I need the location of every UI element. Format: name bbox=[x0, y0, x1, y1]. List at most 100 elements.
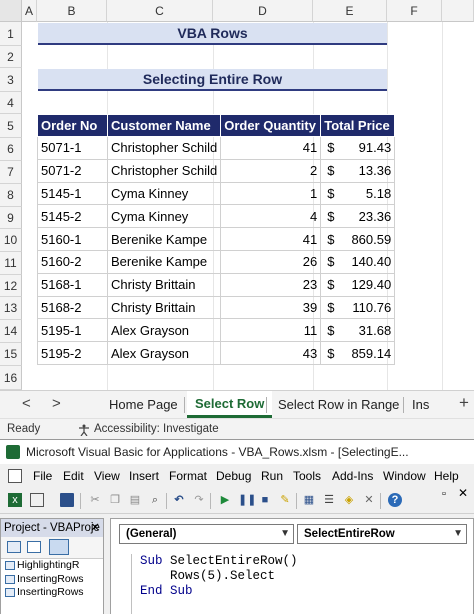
row-header-9[interactable]: 9 bbox=[0, 207, 22, 229]
header-order-quantity[interactable]: Order Quantity bbox=[220, 114, 322, 137]
add-sheet-icon[interactable]: + bbox=[459, 393, 469, 413]
cell-total-price[interactable]: $13.36 bbox=[320, 158, 396, 183]
code-editor[interactable]: Sub SelectEntireRow() Rows(5).Select End … bbox=[131, 554, 471, 614]
tab-scroll-prev-icon[interactable]: < bbox=[22, 395, 31, 412]
cell-order-quantity[interactable]: 11 bbox=[220, 318, 322, 343]
cell-order-no[interactable]: 5160-2 bbox=[37, 249, 108, 274]
paste-icon[interactable]: ▤ bbox=[128, 493, 142, 507]
cell-order-no[interactable]: 5145-2 bbox=[37, 204, 108, 229]
select-all-corner[interactable] bbox=[0, 0, 22, 22]
project-tree-item[interactable]: HighlightingR bbox=[1, 559, 103, 573]
cell-order-quantity[interactable]: 41 bbox=[220, 136, 322, 160]
cell-total-price[interactable]: $129.40 bbox=[320, 272, 396, 297]
cell-order-quantity[interactable]: 43 bbox=[220, 341, 322, 365]
row-header-11[interactable]: 11 bbox=[0, 252, 22, 275]
cell-order-no[interactable]: 5160-1 bbox=[37, 227, 108, 251]
cell-order-no[interactable]: 5195-2 bbox=[37, 341, 108, 365]
project-explorer-icon[interactable]: ▦ bbox=[302, 493, 316, 507]
view-code-icon[interactable] bbox=[7, 541, 21, 553]
row-header-8[interactable]: 8 bbox=[0, 184, 22, 207]
cell-order-quantity[interactable]: 39 bbox=[220, 295, 322, 320]
cell-order-no[interactable]: 5168-2 bbox=[37, 295, 108, 320]
row-header-14[interactable]: 14 bbox=[0, 320, 22, 343]
column-header-f[interactable]: F bbox=[387, 0, 442, 22]
menu-view[interactable]: View bbox=[94, 464, 120, 488]
cell-customer-name[interactable]: Alex Grayson bbox=[106, 318, 222, 343]
row-header-10[interactable]: 10 bbox=[0, 229, 22, 252]
close-window-icon[interactable]: ✕ bbox=[458, 486, 468, 500]
row-header-16[interactable]: 16 bbox=[0, 366, 22, 390]
accessibility-status[interactable]: Accessibility: Investigate bbox=[94, 419, 219, 439]
undo-icon[interactable]: ↶ bbox=[172, 493, 186, 507]
menu-help[interactable]: Help bbox=[434, 464, 459, 488]
restore-window-icon[interactable]: ▫ bbox=[442, 488, 446, 500]
tab-select-row-in-range[interactable]: Select Row in Range bbox=[270, 391, 407, 418]
cell-customer-name[interactable]: Cyma Kinney bbox=[106, 204, 222, 229]
cell-total-price[interactable]: $23.36 bbox=[320, 204, 396, 229]
menu-edit[interactable]: Edit bbox=[63, 464, 84, 488]
menu-window[interactable]: Window bbox=[383, 464, 426, 488]
cell-order-quantity[interactable]: 23 bbox=[220, 272, 322, 297]
row-header-15[interactable]: 15 bbox=[0, 343, 22, 366]
cell-order-no[interactable]: 5145-1 bbox=[37, 181, 108, 206]
cell-order-no[interactable]: 5071-1 bbox=[37, 136, 108, 160]
menu-debug[interactable]: Debug bbox=[216, 464, 251, 488]
header-order-no[interactable]: Order No bbox=[37, 114, 108, 137]
module-icon[interactable] bbox=[8, 469, 22, 483]
view-excel-icon[interactable]: x bbox=[8, 493, 22, 507]
cell-customer-name[interactable]: Christy Brittain bbox=[106, 272, 222, 297]
tab-scroll-next-icon[interactable]: > bbox=[52, 395, 61, 412]
tab-select-row[interactable]: Select Row bbox=[187, 391, 273, 418]
toolbox-icon[interactable]: ✕ bbox=[362, 493, 376, 507]
row-header-1[interactable]: 1 bbox=[0, 22, 22, 46]
save-icon[interactable] bbox=[60, 493, 74, 507]
tab-home-page[interactable]: Home Page bbox=[101, 391, 186, 418]
break-icon[interactable]: ❚❚ bbox=[238, 493, 256, 507]
cell-customer-name[interactable]: Berenike Kampe bbox=[106, 227, 222, 251]
row-header-7[interactable]: 7 bbox=[0, 161, 22, 184]
cell-customer-name[interactable]: Christy Brittain bbox=[106, 295, 222, 320]
column-header-a[interactable]: A bbox=[22, 0, 37, 22]
sheet-title[interactable]: VBA Rows bbox=[38, 23, 387, 45]
row-header-4[interactable]: 4 bbox=[0, 92, 22, 114]
cell-customer-name[interactable]: Christopher Schild bbox=[106, 158, 222, 183]
project-tree-item[interactable]: InsertingRows bbox=[1, 586, 103, 600]
cell-total-price[interactable]: $5.18 bbox=[320, 181, 396, 206]
design-mode-icon[interactable]: ✎ bbox=[278, 493, 292, 507]
run-icon[interactable]: ▶ bbox=[218, 493, 232, 507]
row-header-12[interactable]: 12 bbox=[0, 275, 22, 297]
procedure-dropdown[interactable]: SelectEntireRow ▼ bbox=[297, 524, 467, 544]
cut-icon[interactable]: ✂ bbox=[88, 493, 102, 507]
row-header-3[interactable]: 3 bbox=[0, 68, 22, 92]
cell-total-price[interactable]: $859.14 bbox=[320, 341, 396, 365]
column-header-g[interactable] bbox=[442, 0, 474, 22]
row-header-13[interactable]: 13 bbox=[0, 297, 22, 320]
cell-order-quantity[interactable]: 2 bbox=[220, 158, 322, 183]
cell-order-quantity[interactable]: 1 bbox=[220, 181, 322, 206]
view-object-icon[interactable] bbox=[27, 541, 41, 553]
row-header-5[interactable]: 5 bbox=[0, 114, 22, 138]
menu-add-ins[interactable]: Add-Ins bbox=[332, 464, 373, 488]
worksheet[interactable]: A B C D E F 1 2 3 4 5 6 7 8 9 10 11 12 1… bbox=[0, 0, 474, 390]
column-header-e[interactable]: E bbox=[313, 0, 387, 22]
redo-icon[interactable]: ↷ bbox=[192, 493, 206, 507]
object-browser-icon[interactable]: ◈ bbox=[342, 493, 356, 507]
cell-order-quantity[interactable]: 4 bbox=[220, 204, 322, 229]
header-customer-name[interactable]: Customer Name bbox=[106, 114, 222, 137]
project-tree-item[interactable]: InsertingRows bbox=[1, 573, 103, 587]
menu-format[interactable]: Format bbox=[169, 464, 207, 488]
cell-customer-name[interactable]: Christopher Schild bbox=[106, 136, 222, 160]
row-header-6[interactable]: 6 bbox=[0, 138, 22, 161]
cell-order-no[interactable]: 5071-2 bbox=[37, 158, 108, 183]
menu-tools[interactable]: Tools bbox=[293, 464, 321, 488]
menu-run[interactable]: Run bbox=[261, 464, 283, 488]
header-total-price[interactable]: Total Price bbox=[320, 114, 396, 137]
sheet-subtitle[interactable]: Selecting Entire Row bbox=[38, 69, 387, 91]
column-header-b[interactable]: B bbox=[37, 0, 107, 22]
menu-insert[interactable]: Insert bbox=[129, 464, 159, 488]
cell-order-quantity[interactable]: 41 bbox=[220, 227, 322, 251]
object-dropdown[interactable]: (General) ▼ bbox=[119, 524, 294, 544]
row-header-2[interactable]: 2 bbox=[0, 46, 22, 68]
help-icon[interactable]: ? bbox=[388, 493, 402, 507]
cell-customer-name[interactable]: Cyma Kinney bbox=[106, 181, 222, 206]
